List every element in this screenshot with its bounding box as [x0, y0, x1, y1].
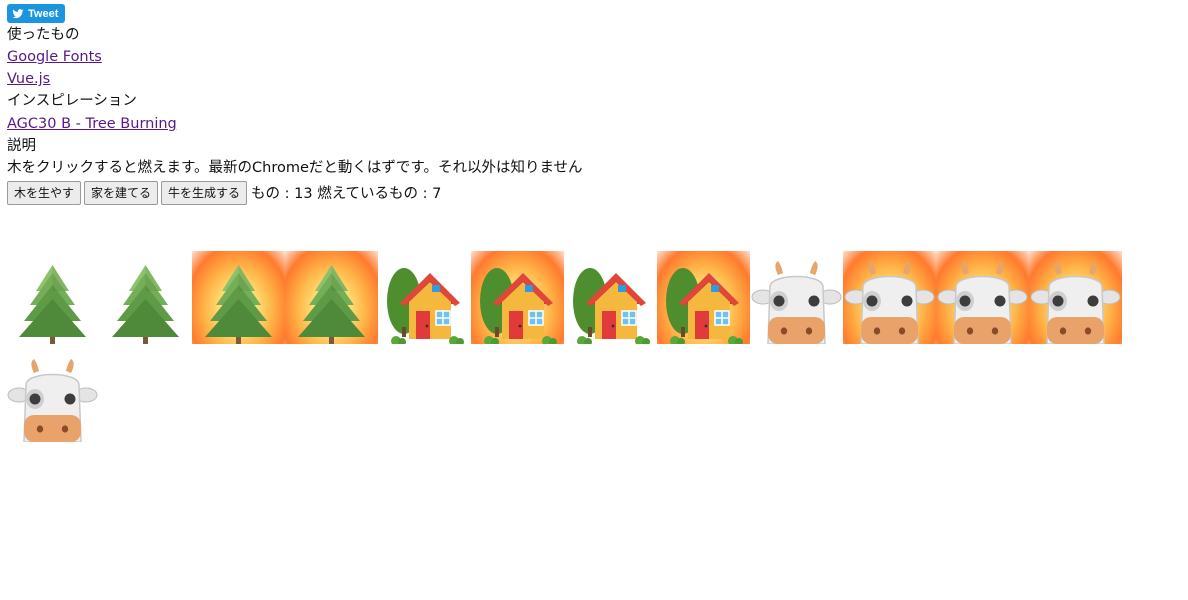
house-icon [573, 267, 650, 344]
house-icon [666, 267, 743, 344]
used-heading: 使ったもの [7, 26, 80, 43]
cow-icon [844, 260, 935, 344]
inspiration-heading: インスピレーション [7, 93, 137, 110]
cow-icon [1030, 260, 1121, 344]
cow-item[interactable] [6, 349, 99, 442]
tree-item-burning[interactable] [192, 250, 285, 344]
cow-item[interactable] [750, 251, 843, 344]
description-heading: 説明 [7, 137, 36, 154]
house-item-burning[interactable] [657, 250, 750, 344]
house-item-burning[interactable] [471, 250, 564, 344]
cow-icon [751, 260, 842, 344]
house-icon [480, 267, 557, 344]
tree-item[interactable] [99, 251, 192, 344]
tree-icon [19, 264, 86, 344]
item-grid [6, 250, 1136, 447]
status-counts: もの : 13 燃えているもの : 7 [251, 186, 442, 203]
cow-item-burning[interactable] [843, 250, 936, 344]
controls-bar: 木を生やす 家を建てる 牛を生成する もの : 13 燃えているもの : 7 [7, 180, 1188, 205]
tree-icon [298, 264, 365, 344]
house-icon [387, 267, 464, 344]
spawn-cow-button[interactable]: 牛を生成する [161, 180, 248, 205]
google-fonts-link[interactable]: Google Fonts [7, 49, 102, 65]
cow-icon [937, 260, 1028, 344]
tree-item-burning[interactable] [285, 250, 378, 344]
tweet-label: Tweet [28, 7, 59, 20]
cow-item-burning[interactable] [936, 250, 1029, 344]
build-house-button[interactable]: 家を建てる [84, 180, 159, 205]
house-item[interactable] [378, 251, 471, 344]
tree-icon [205, 264, 272, 344]
tweet-button[interactable]: Tweet [7, 4, 66, 23]
cow-item-burning[interactable] [1029, 250, 1122, 344]
cow-icon [7, 358, 98, 442]
tree-icon [112, 264, 179, 344]
twitter-bird-icon [12, 8, 24, 20]
description-text: 木をクリックすると燃えます。最新のChromeだと動くはずです。それ以外は知りま… [7, 160, 583, 177]
vuejs-link[interactable]: Vue.js [7, 71, 50, 87]
agc30-b-link[interactable]: AGC30 B - Tree Burning [7, 116, 177, 132]
tree-item[interactable] [6, 251, 99, 344]
house-item[interactable] [564, 251, 657, 344]
add-tree-button[interactable]: 木を生やす [7, 180, 82, 205]
